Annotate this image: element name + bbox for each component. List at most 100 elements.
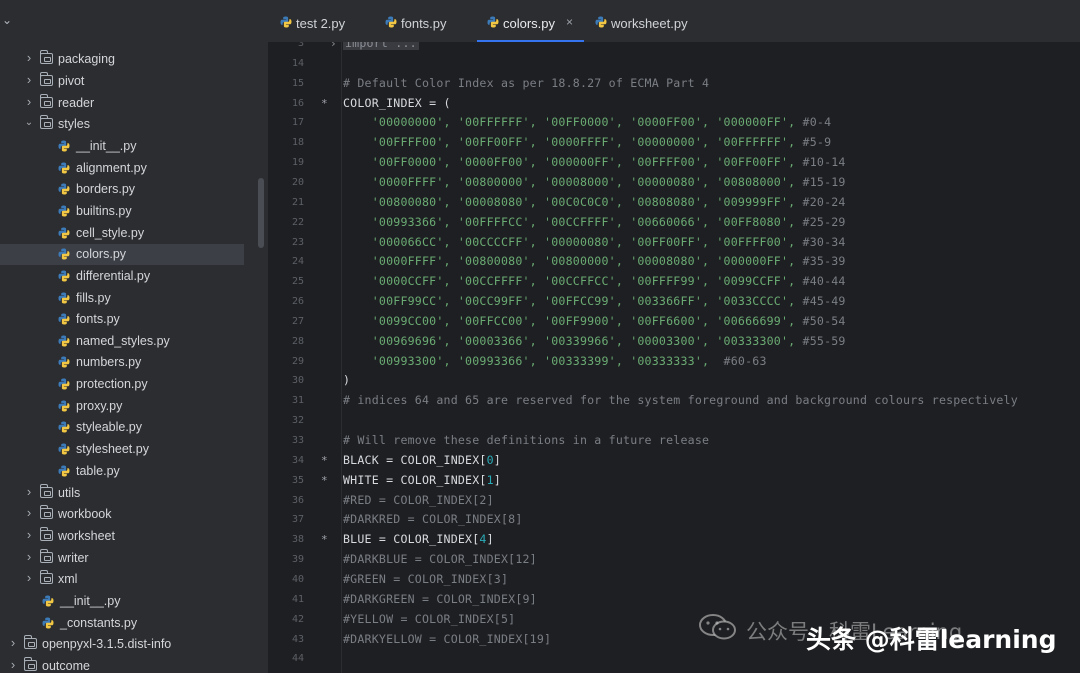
tree-item-label: colors.py	[76, 247, 127, 261]
code-line[interactable]: # Will remove these definitions in a fut…	[343, 433, 709, 447]
tree-file[interactable]: differential.py	[0, 266, 244, 287]
chevron-right-icon[interactable]: ›	[24, 72, 34, 87]
code-line[interactable]: #GREEN = COLOR_INDEX[3]	[343, 572, 508, 586]
code-line[interactable]: '00993366', '00FFFFCC', '00CCFFFF', '006…	[343, 215, 846, 229]
tree-file[interactable]: alignment.py	[0, 158, 244, 179]
tree-file[interactable]: styleable.py	[0, 417, 244, 438]
tree-folder[interactable]: › openpyxl-3.1.5.dist-info	[0, 634, 244, 655]
tree-file[interactable]: fonts.py	[0, 309, 244, 330]
code-line[interactable]: WHITE = COLOR_INDEX[1]	[343, 473, 501, 487]
fold-chevron-icon[interactable]: ›	[330, 42, 337, 50]
code-line[interactable]: '00FF0000', '0000FF00', '000000FF', '00F…	[343, 155, 846, 169]
code-line[interactable]: # Default Color Index as per 18.8.27 of …	[343, 76, 709, 90]
line-number: 30	[291, 375, 304, 387]
code-line[interactable]: '0099CC00', '00FFCC00', '00FF9900', '00F…	[343, 314, 846, 328]
tree-folder[interactable]: › packaging	[0, 49, 244, 70]
tree-folder[interactable]: › utils	[0, 483, 244, 504]
code-token: BLUE = COLOR_INDEX[	[343, 532, 480, 547]
code-line[interactable]: #DARKBLUE = COLOR_INDEX[12]	[343, 552, 537, 566]
tree-file[interactable]: borders.py	[0, 179, 244, 200]
code-line[interactable]: '00969696', '00003366', '00339966', '000…	[343, 334, 846, 348]
code-line[interactable]: #RED = COLOR_INDEX[2]	[343, 493, 494, 507]
chevron-right-icon[interactable]: ›	[24, 527, 34, 542]
code-line[interactable]: #DARKRED = COLOR_INDEX[8]	[343, 512, 523, 526]
chevron-right-icon[interactable]: ›	[8, 635, 18, 650]
code-editor[interactable]: 3 › import ... 14 15 # Default Color Index as…	[268, 42, 1080, 673]
chevron-right-icon[interactable]: ›	[24, 484, 34, 499]
tree-file[interactable]: fills.py	[0, 288, 244, 309]
tree-file[interactable]: cell_style.py	[0, 223, 244, 244]
code-token: '00000000', '00FFFFFF', '00FF0000', '000…	[343, 115, 803, 130]
code-token: '00993366', '00FFFFCC', '00CCFFFF', '006…	[343, 214, 803, 229]
gutter-marker[interactable]: *	[321, 454, 328, 467]
chevron-right-icon[interactable]: ›	[8, 657, 18, 672]
python-file-icon	[58, 378, 70, 390]
folder-icon	[40, 484, 53, 498]
code-line[interactable]: '0000FFFF', '00800000', '00008000', '000…	[343, 175, 846, 189]
collapse-icon[interactable]: ⌄	[2, 13, 12, 27]
tree-file[interactable]: table.py	[0, 461, 244, 482]
gutter-marker[interactable]: *	[321, 533, 328, 546]
tree-file[interactable]: builtins.py	[0, 201, 244, 222]
code-line[interactable]: #YELLOW = COLOR_INDEX[5]	[343, 612, 515, 626]
editor-tab-bar: test 2.py fonts.py colors.py × worksheet.py	[268, 0, 1080, 43]
tree-folder[interactable]: ⌄ styles	[0, 114, 244, 135]
tree-folder[interactable]: › workbook	[0, 504, 244, 525]
tree-file[interactable]: proxy.py	[0, 396, 244, 417]
code-line[interactable]: '00FF99CC', '00CC99FF', '00FFCC99', '003…	[343, 294, 846, 308]
tree-file[interactable]: __init__.py	[0, 136, 244, 157]
tree-file[interactable]: numbers.py	[0, 352, 244, 373]
line-number: 33	[291, 435, 304, 446]
tree-folder[interactable]: › xml	[0, 569, 244, 590]
editor-tab[interactable]: fonts.py	[385, 0, 485, 42]
tree-folder[interactable]: › outcome	[0, 656, 244, 673]
folder-icon	[40, 570, 53, 584]
tree-folder[interactable]: › worksheet	[0, 526, 244, 547]
code-line[interactable]: '0000FFFF', '00800080', '00800000', '000…	[343, 254, 846, 268]
tree-file[interactable]: protection.py	[0, 374, 244, 395]
python-file-icon	[385, 16, 397, 28]
python-file-icon	[58, 356, 70, 368]
editor-tab[interactable]: test 2.py	[280, 0, 380, 42]
code-line[interactable]: '0000CCFF', '00CCFFFF', '00CCFFCC', '00F…	[343, 274, 846, 288]
chevron-right-icon[interactable]: ›	[24, 505, 34, 520]
chevron-right-icon[interactable]: ›	[24, 549, 34, 564]
code-line[interactable]: BLACK = COLOR_INDEX[0]	[343, 453, 501, 467]
code-line[interactable]: #DARKYELLOW = COLOR_INDEX[19]	[343, 632, 551, 646]
editor-tab[interactable]: colors.py ×	[487, 0, 587, 42]
code-line[interactable]: # indices 64 and 65 are reserved for the…	[343, 393, 1018, 407]
tree-file[interactable]: stylesheet.py	[0, 439, 244, 460]
tree-folder[interactable]: › writer	[0, 548, 244, 569]
tree-item-label: styles	[58, 117, 90, 131]
code-line[interactable]: '00800080', '00008080', '00C0C0C0', '008…	[343, 195, 846, 209]
code-token: '00FFFF00', '00FF00FF', '0000FFFF', '000…	[343, 135, 803, 150]
code-line[interactable]: )	[343, 373, 350, 387]
gutter-marker[interactable]: *	[321, 474, 328, 487]
code-line[interactable]: BLUE = COLOR_INDEX[4]	[343, 532, 494, 546]
tree-file[interactable]: __init__.py	[0, 591, 244, 612]
chevron-down-icon[interactable]: ⌄	[24, 117, 34, 128]
code-line[interactable]: '00993300', '00993366', '00333399', '003…	[343, 354, 767, 368]
tree-folder[interactable]: › reader	[0, 93, 244, 114]
line-number: 22	[291, 216, 304, 228]
tree-file[interactable]: colors.py	[0, 244, 244, 265]
scrollbar-thumb[interactable]	[258, 178, 264, 248]
code-line[interactable]: '00000000', '00FFFFFF', '00FF0000', '000…	[343, 115, 831, 129]
chevron-right-icon[interactable]: ›	[24, 570, 34, 585]
tree-item-label: alignment.py	[76, 161, 147, 175]
close-tab-icon[interactable]: ×	[566, 15, 573, 29]
code-line[interactable]: #DARKGREEN = COLOR_INDEX[9]	[343, 592, 537, 606]
code-token: #60-63	[723, 353, 767, 368]
code-line[interactable]: '000066CC', '00CCCCFF', '00000080', '00F…	[343, 235, 846, 249]
code-line[interactable]: COLOR_INDEX = (	[343, 96, 451, 110]
chevron-right-icon[interactable]: ›	[24, 50, 34, 65]
tree-file[interactable]: _constants.py	[0, 613, 244, 634]
tree-file[interactable]: named_styles.py	[0, 331, 244, 352]
code-token: 1	[486, 472, 494, 487]
tree-folder[interactable]: › pivot	[0, 71, 244, 92]
chevron-right-icon[interactable]: ›	[24, 94, 34, 109]
gutter-marker[interactable]: *	[321, 97, 328, 110]
code-line[interactable]: '00FFFF00', '00FF00FF', '0000FFFF', '000…	[343, 135, 831, 149]
code-line[interactable]: import ...	[343, 42, 419, 50]
editor-tab[interactable]: worksheet.py	[595, 0, 695, 42]
